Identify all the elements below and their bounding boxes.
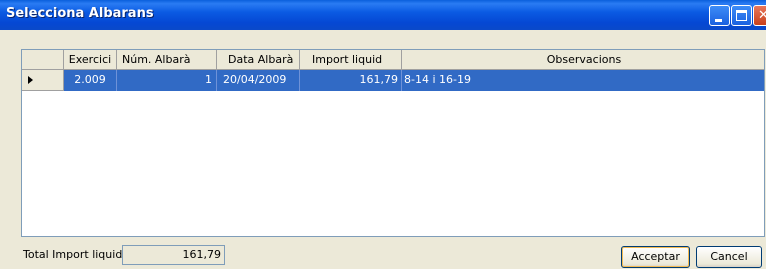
table-row[interactable]: 2.009 1 20/04/2009 161,79 8-14 i 16-19 — [22, 70, 764, 91]
cell-exercici[interactable]: 2.009 — [64, 70, 117, 91]
cell-data-albara[interactable]: 20/04/2009 — [217, 70, 300, 91]
current-row-arrow-icon — [28, 76, 33, 84]
window-title: Selecciona Albarans — [6, 6, 154, 21]
minimize-icon — [715, 19, 722, 22]
column-header-observacions[interactable]: Observacions — [402, 50, 764, 70]
header-corner — [22, 50, 64, 70]
cell-import-liquid[interactable]: 161,79 — [300, 70, 402, 91]
row-selector[interactable] — [22, 70, 64, 91]
minimize-button[interactable] — [709, 5, 730, 26]
title-bar[interactable]: Selecciona Albarans ✕ — [0, 0, 766, 30]
total-import-label: Total Import liquid: — [23, 248, 127, 261]
close-icon: ✕ — [758, 8, 766, 23]
column-header-import-liquid[interactable]: Import liquid — [300, 50, 402, 70]
maximize-icon — [736, 10, 747, 21]
accept-button[interactable]: Acceptar — [621, 246, 690, 268]
grid-header: Exercici Núm. Albarà Data Albarà Import … — [22, 50, 764, 70]
maximize-button[interactable] — [731, 5, 752, 26]
total-import-field: 161,79 — [122, 245, 225, 265]
column-header-data-albara[interactable]: Data Albarà — [217, 50, 300, 70]
albarans-grid[interactable]: Exercici Núm. Albarà Data Albarà Import … — [21, 49, 765, 237]
cell-num-albara[interactable]: 1 — [117, 70, 217, 91]
cancel-button[interactable]: Cancel — [696, 246, 762, 268]
close-button[interactable]: ✕ — [753, 5, 766, 26]
cell-observacions[interactable]: 8-14 i 16-19 — [402, 70, 764, 91]
column-header-num-albara[interactable]: Núm. Albarà — [117, 50, 217, 70]
column-header-exercici[interactable]: Exercici — [64, 50, 117, 70]
